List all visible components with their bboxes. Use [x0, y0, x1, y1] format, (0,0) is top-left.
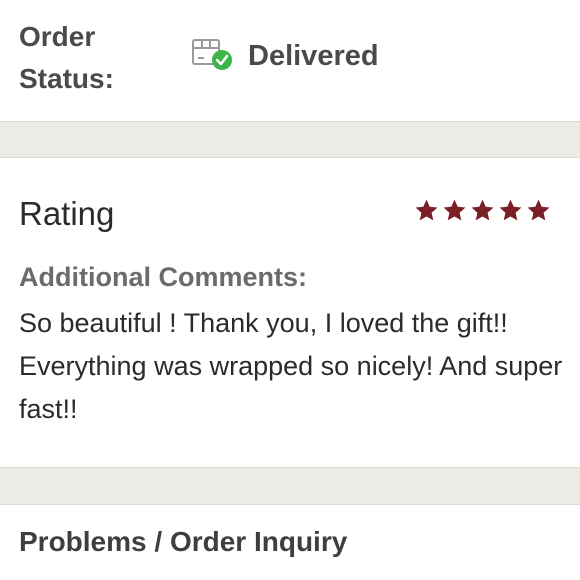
- star-icon: [443, 199, 466, 221]
- order-status-card: Order Status: Delivered: [0, 0, 580, 121]
- star-icon: [527, 199, 550, 221]
- section-divider: [0, 467, 580, 505]
- order-status-label: Order Status:: [19, 21, 114, 94]
- delivered-box-check-icon: [190, 34, 236, 74]
- star-rating: [414, 198, 551, 223]
- problems-order-inquiry-label: Problems / Order Inquiry: [19, 526, 348, 557]
- additional-comments-text: So beautiful ! Thank you, I loved the gi…: [19, 308, 563, 424]
- star-icon: [471, 199, 494, 221]
- star-icon: [415, 199, 438, 221]
- rating-title: Rating: [19, 195, 115, 232]
- star-icon: [499, 199, 522, 221]
- section-divider: [0, 121, 580, 158]
- additional-comments-label: Additional Comments:: [19, 262, 307, 292]
- rating-card: Rating Additional Comments: So beautiful…: [0, 158, 580, 467]
- order-review-page: Order Status: Delivered Rating Additiona…: [0, 0, 580, 580]
- problems-order-inquiry-row[interactable]: Problems / Order Inquiry: [0, 505, 580, 580]
- order-status-value: Delivered: [248, 40, 379, 72]
